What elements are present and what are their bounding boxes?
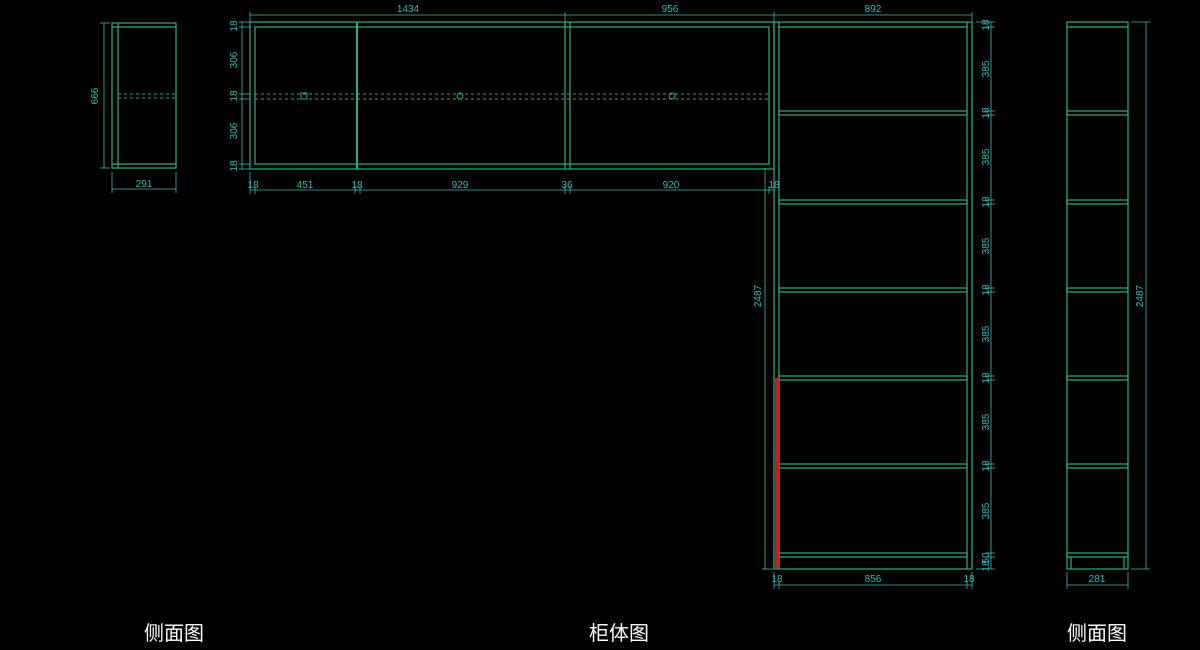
- tall-bottom-width-3: 18: [963, 574, 975, 585]
- tall-bottom-width-2: 856: [865, 574, 882, 585]
- tall-right-height-4: 385: [981, 148, 992, 165]
- upper-left-height-1: 18: [229, 20, 240, 32]
- upper-cabinet-outline: [249, 21, 775, 170]
- right-side-width-label: 281: [1089, 574, 1106, 585]
- caption-left-side-view: 侧面图: [144, 621, 204, 645]
- tall-shelf-2: [778, 199, 968, 205]
- right-side-shelf-3: [1066, 287, 1129, 293]
- upper-bottom-width-3: 18: [351, 180, 363, 191]
- tall-shelf-1: [778, 110, 968, 116]
- right-side-outline: [1066, 21, 1129, 570]
- tall-bottom-width-1: 18: [771, 574, 783, 585]
- tall-right-height-10: 385: [981, 413, 992, 430]
- upper-bottom-width-4: 929: [452, 180, 469, 191]
- tall-right-height-8: 385: [981, 325, 992, 342]
- right-side-shelf-4: [1066, 375, 1129, 381]
- upper-top-width-3: 892: [865, 4, 882, 15]
- tall-right-height-9: 18: [981, 372, 992, 384]
- upper-bottom-width-2: 451: [297, 180, 314, 191]
- tall-right-height-2: 385: [981, 60, 992, 77]
- caption-right-side-view: 侧面图: [1067, 621, 1127, 645]
- upper-bottom-width-6: 920: [663, 180, 680, 191]
- tall-right-height-7: 18: [981, 284, 992, 296]
- tall-shelf-4: [778, 375, 968, 381]
- right-side-shelf-5: [1066, 463, 1129, 469]
- tall-right-height-11: 18: [981, 460, 992, 472]
- tall-cabinet-outline: [773, 21, 973, 570]
- right-side-shelf-2: [1066, 199, 1129, 205]
- tall-bottom-panel: [778, 552, 968, 558]
- right-side-view: 2487 281: [1066, 21, 1150, 589]
- right-side-shelf-1: [1066, 110, 1129, 116]
- upper-cabinet-inner: [254, 26, 770, 165]
- upper-cabinet: 1434 956 892 18 306 18 306 18 18 451 18 …: [229, 4, 973, 194]
- left-side-width-label: 291: [136, 179, 153, 190]
- upper-left-height-4: 306: [229, 122, 240, 139]
- tall-right-height-3: 18: [981, 107, 992, 119]
- tall-right-height-14: 18: [981, 560, 992, 572]
- tall-right-height-5: 18: [981, 196, 992, 208]
- upper-left-height-2: 306: [229, 51, 240, 68]
- right-side-height-label: 2487: [1135, 284, 1146, 307]
- right-side-bottom-panel: [1066, 552, 1129, 558]
- upper-bottom-width-5: 36: [561, 180, 573, 191]
- caption-cabinet-view: 柜体图: [589, 621, 649, 645]
- cad-drawing: 666 291 1434 956 892 18 306 18 306 18 18…: [90, 4, 1150, 645]
- upper-top-width-2: 956: [662, 4, 679, 15]
- upper-bottom-width-1: 18: [247, 180, 259, 191]
- left-side-outline: [111, 22, 177, 169]
- tall-shelf-5: [778, 463, 968, 469]
- upper-left-height-5: 18: [229, 160, 240, 172]
- upper-top-width-1: 1434: [397, 4, 420, 15]
- tall-right-height-6: 385: [981, 237, 992, 254]
- tall-overall-height: 2487: [753, 284, 764, 307]
- tall-shelf-3: [778, 287, 968, 293]
- tall-right-height-12: 385: [981, 502, 992, 519]
- left-side-view: 666 291: [90, 22, 177, 193]
- tall-cabinet: 2487 18 385 18 385 18 385 18 385 18 385 …: [753, 19, 995, 589]
- upper-left-height-3: 18: [229, 90, 240, 102]
- left-side-height-label: 666: [90, 87, 101, 104]
- tall-right-height-1: 18: [981, 19, 992, 31]
